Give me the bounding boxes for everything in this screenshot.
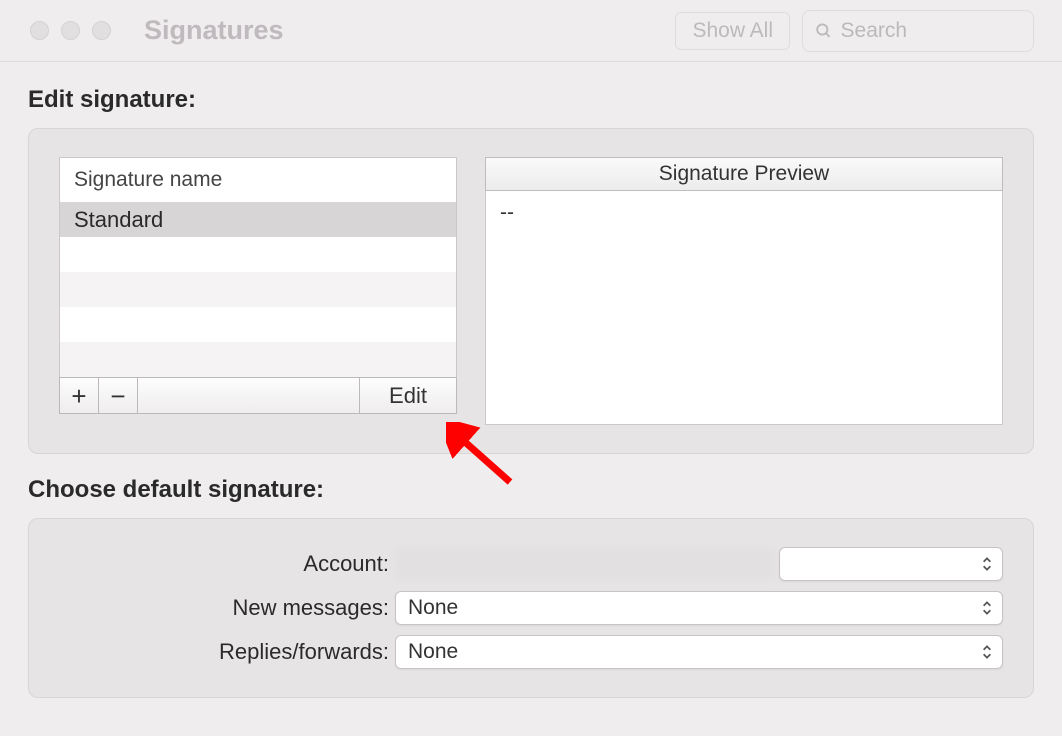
minimize-window-button[interactable] [61, 21, 80, 40]
toolbar-spacer [138, 378, 360, 413]
chevron-updown-icon [980, 555, 994, 573]
replies-forwards-value: None [408, 640, 458, 664]
chevron-updown-icon [980, 643, 994, 661]
signature-row-empty [60, 307, 456, 342]
new-messages-value: None [408, 596, 458, 620]
chevron-updown-icon [980, 599, 994, 617]
signature-row-empty [60, 342, 456, 377]
signature-preview-body: -- [485, 191, 1003, 425]
show-all-button[interactable]: Show All [675, 12, 790, 50]
signature-preview-header: Signature Preview [485, 157, 1003, 191]
add-signature-button[interactable]: + [60, 378, 99, 413]
account-label: Account: [59, 551, 389, 577]
search-input[interactable] [841, 19, 1021, 43]
search-field[interactable] [802, 10, 1034, 52]
zoom-window-button[interactable] [92, 21, 111, 40]
signature-preview-box: Signature Preview -- [485, 157, 1003, 425]
signature-list-header: Signature name [59, 157, 457, 202]
new-messages-select[interactable]: None [395, 591, 1003, 625]
new-messages-label: New messages: [59, 595, 389, 621]
account-select[interactable] [779, 547, 1003, 581]
traffic-lights [30, 21, 111, 40]
signature-row[interactable]: Standard [60, 202, 456, 237]
replies-forwards-label: Replies/forwards: [59, 639, 389, 665]
replies-forwards-select[interactable]: None [395, 635, 1003, 669]
choose-default-heading: Choose default signature: [28, 476, 1034, 504]
remove-signature-button[interactable]: − [99, 378, 138, 413]
signature-list-box: Signature name Standard + − Edit [59, 157, 457, 414]
account-value-redacted [395, 549, 775, 579]
edit-signature-panel: Signature name Standard + − Edit [28, 128, 1034, 454]
edit-signature-button[interactable]: Edit [360, 378, 456, 413]
signature-toolbar: + − Edit [59, 377, 457, 414]
close-window-button[interactable] [30, 21, 49, 40]
window-title: Signatures [144, 15, 284, 46]
default-signature-panel: Account: New messages: Non [28, 518, 1034, 698]
signature-list[interactable]: Standard [59, 202, 457, 377]
signature-row-empty [60, 237, 456, 272]
signature-row-empty [60, 272, 456, 307]
titlebar: Signatures Show All [0, 0, 1062, 62]
search-icon [815, 21, 833, 41]
edit-signature-heading: Edit signature: [28, 86, 1034, 114]
